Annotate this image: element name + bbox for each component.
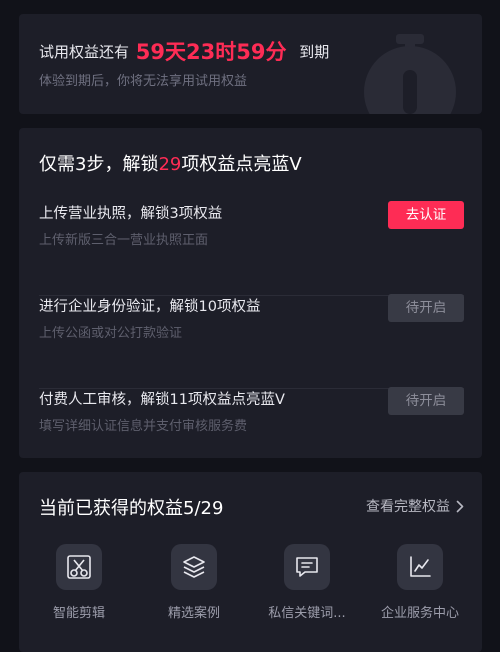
benefit-icon-tile bbox=[397, 544, 443, 590]
benefit-label: 企业服务中心 bbox=[380, 606, 459, 621]
steps-title: 仅需3步，解锁29项权益点亮蓝V bbox=[39, 150, 302, 176]
chart-icon bbox=[410, 556, 431, 577]
benefits-card: 当前已获得的权益5/29 查看完整权益 智能剪辑 精选案例 私信关键词... 企… bbox=[19, 472, 482, 652]
verification-steps-card: 仅需3步，解锁29项权益点亮蓝V 上传营业执照，解锁3项权益 上传新版三合一营业… bbox=[19, 128, 482, 458]
benefits-title: 当前已获得的权益5/29 bbox=[39, 498, 224, 519]
benefit-smart-editing[interactable]: 智能剪辑 bbox=[24, 544, 134, 621]
step-title: 付费人工审核，解锁11项权益点亮蓝V bbox=[39, 392, 285, 408]
step-title: 上传营业执照，解锁3项权益 bbox=[39, 206, 223, 222]
stopwatch-icon bbox=[364, 34, 456, 114]
benefit-dm-keywords[interactable]: 私信关键词... bbox=[252, 544, 362, 621]
pending-button[interactable]: 待开启 bbox=[388, 294, 464, 322]
trial-suffix: 到期 bbox=[299, 43, 330, 61]
step-subtitle: 上传公函或对公打款验证 bbox=[39, 326, 183, 341]
step-subtitle: 填写详细认证信息并支付审核服务费 bbox=[39, 419, 248, 434]
benefit-label: 智能剪辑 bbox=[52, 606, 105, 621]
message-icon bbox=[296, 557, 318, 577]
benefit-featured-cases[interactable]: 精选案例 bbox=[139, 544, 249, 621]
steps-title-suffix: 项权益点亮蓝V bbox=[181, 154, 302, 175]
step-row-identity: 进行企业身份验证，解锁10项权益 上传公函或对公打款验证 待开启 bbox=[39, 294, 464, 389]
pending-button[interactable]: 待开启 bbox=[388, 387, 464, 415]
step-title: 进行企业身份验证，解锁10项权益 bbox=[39, 299, 261, 315]
go-verify-button[interactable]: 去认证 bbox=[388, 201, 464, 229]
benefit-enterprise-service[interactable]: 企业服务中心 bbox=[365, 544, 475, 621]
benefit-icon-tile bbox=[56, 544, 102, 590]
trial-subtitle: 体验到期后，你将无法享用试用权益 bbox=[39, 74, 248, 89]
view-all-label: 查看完整权益 bbox=[366, 499, 450, 515]
layers-icon bbox=[183, 556, 205, 578]
step-subtitle: 上传新版三合一营业执照正面 bbox=[39, 233, 209, 248]
benefit-label: 私信关键词... bbox=[268, 606, 346, 621]
benefit-label: 精选案例 bbox=[167, 606, 220, 621]
chevron-right-icon bbox=[456, 500, 464, 512]
step-row-manual-review: 付费人工审核，解锁11项权益点亮蓝V 填写详细认证信息并支付审核服务费 待开启 bbox=[39, 387, 464, 458]
trial-countdown: 59天23时59分 bbox=[135, 40, 287, 64]
benefit-icon-tile bbox=[171, 544, 217, 590]
steps-title-count: 29 bbox=[158, 154, 182, 175]
trial-card: 试用权益还有 59天23时59分 到期 体验到期后，你将无法享用试用权益 bbox=[19, 14, 482, 114]
trial-countdown-line: 试用权益还有 59天23时59分 到期 bbox=[39, 36, 329, 66]
step-row-license: 上传营业执照，解锁3项权益 上传新版三合一营业执照正面 去认证 bbox=[39, 201, 464, 296]
benefit-icon-tile bbox=[284, 544, 330, 590]
scissors-icon bbox=[67, 555, 91, 579]
steps-title-prefix: 仅需3步，解锁 bbox=[39, 154, 159, 175]
trial-prefix: 试用权益还有 bbox=[39, 43, 130, 61]
view-all-benefits-link[interactable]: 查看完整权益 bbox=[366, 496, 464, 516]
